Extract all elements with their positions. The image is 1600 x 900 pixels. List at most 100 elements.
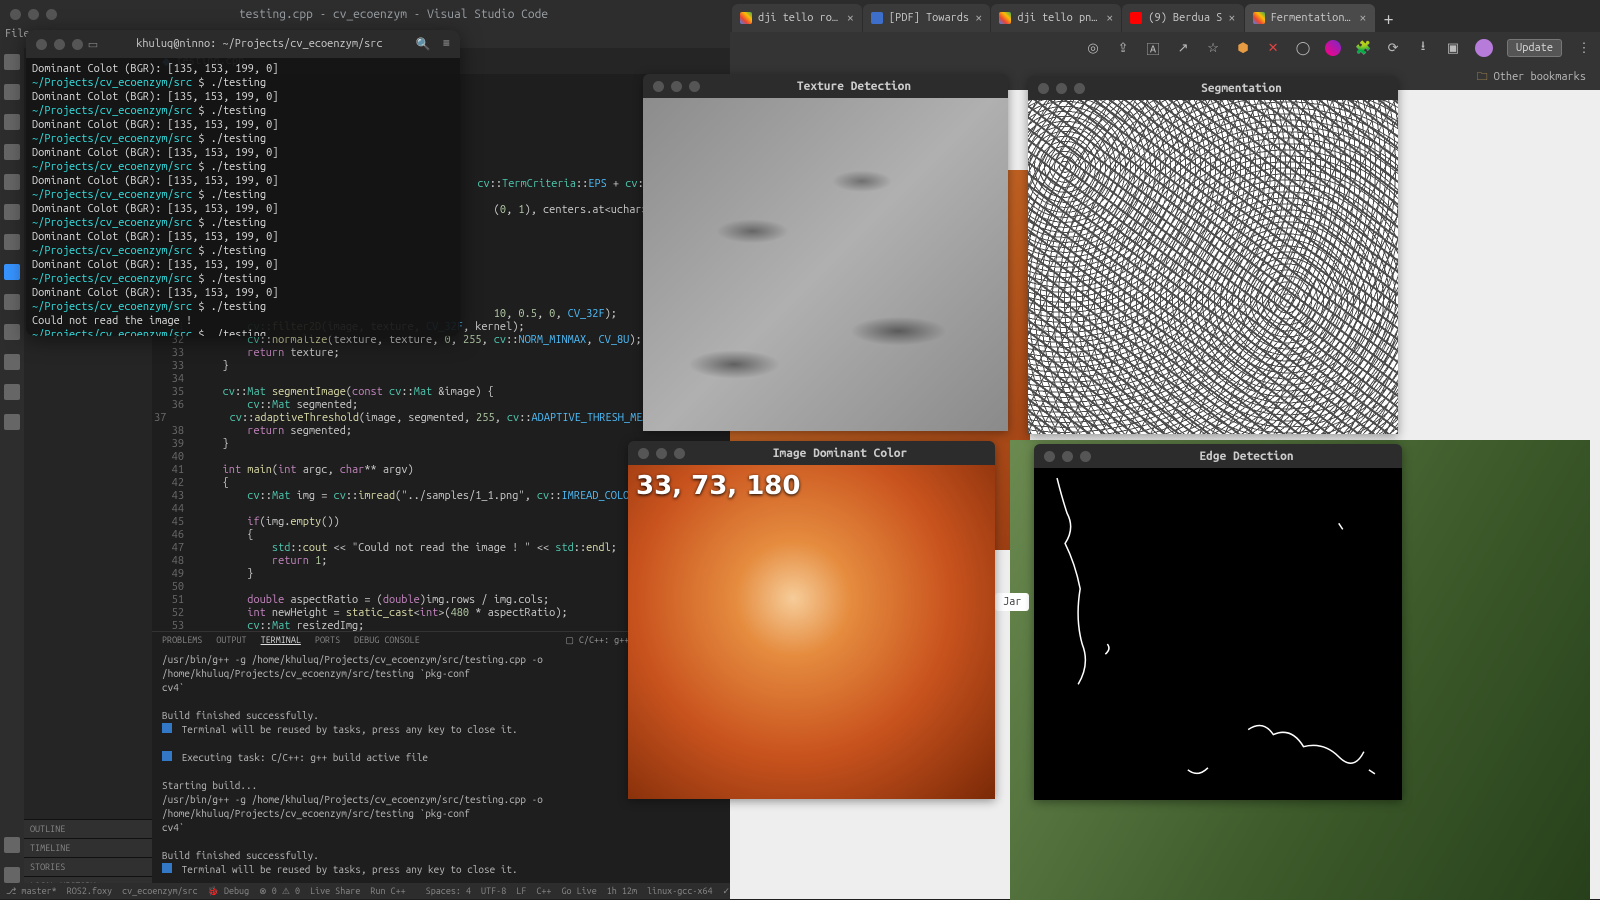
maximize-icon[interactable] bbox=[46, 9, 57, 20]
browser-tab[interactable]: dji tello png - G × bbox=[991, 4, 1121, 32]
tab-label: dji tello ros2 au bbox=[758, 12, 841, 24]
vscode-titlebar: testing.cpp - cv_ecoenzym - Visual Studi… bbox=[0, 0, 730, 28]
test-icon[interactable] bbox=[4, 234, 20, 250]
sb-golive[interactable]: Go Live bbox=[561, 886, 596, 896]
tab-debug[interactable]: DEBUG CONSOLE bbox=[354, 635, 420, 646]
more-icon[interactable]: ⋮ bbox=[1576, 40, 1592, 56]
other2-icon[interactable] bbox=[4, 414, 20, 430]
gnome-terminal-title: khuluq@ninno: ~/Projects/cv_ecoenzym/src bbox=[103, 38, 416, 50]
minimize-icon[interactable] bbox=[54, 39, 65, 50]
window-controls[interactable] bbox=[26, 39, 83, 50]
window-controls[interactable] bbox=[628, 448, 685, 459]
send-icon[interactable]: ↗ bbox=[1175, 40, 1191, 56]
window-controls[interactable] bbox=[643, 81, 700, 92]
window-title: testing.cpp - cv_ecoenzym - Visual Studi… bbox=[57, 8, 730, 21]
sb-runcpp[interactable]: Run C++ bbox=[370, 886, 405, 896]
search-icon[interactable]: 🔍 bbox=[416, 37, 431, 51]
cv-window-segment[interactable]: Segmentation bbox=[1028, 76, 1398, 434]
browser-tab[interactable]: Fermentation F × bbox=[1245, 4, 1375, 32]
other-icon[interactable] bbox=[4, 384, 20, 400]
sb-lang[interactable]: C++ bbox=[536, 886, 551, 896]
other-bookmarks[interactable]: Other bookmarks bbox=[1494, 71, 1586, 83]
gnome-terminal-body[interactable]: Dominant Colot (BGR): [135, 153, 199, 0]… bbox=[26, 58, 460, 336]
activity-bar[interactable] bbox=[0, 48, 24, 883]
sb-spaces[interactable]: Spaces: 4 bbox=[426, 886, 471, 896]
close-tab-icon[interactable]: × bbox=[847, 11, 854, 25]
sb-time[interactable]: 1h 12m bbox=[607, 886, 637, 896]
close-tab-icon[interactable]: × bbox=[1228, 11, 1235, 25]
cmake-icon[interactable] bbox=[4, 324, 20, 340]
ext4-icon[interactable] bbox=[1325, 40, 1341, 56]
tab-output[interactable]: OUTPUT bbox=[216, 635, 246, 646]
ext3-icon[interactable]: ◯ bbox=[1295, 40, 1311, 56]
extensions-icon[interactable] bbox=[4, 174, 20, 190]
bookmarks-icon[interactable] bbox=[4, 354, 20, 370]
download-icon[interactable]: ⭳ bbox=[1415, 40, 1431, 56]
debug-icon[interactable] bbox=[4, 144, 20, 160]
scm-icon[interactable] bbox=[4, 114, 20, 130]
favicon-icon bbox=[1253, 12, 1265, 24]
maximize-icon[interactable] bbox=[72, 39, 83, 50]
sb-branch[interactable]: ⎇ master* bbox=[6, 886, 57, 897]
close-icon[interactable] bbox=[36, 39, 47, 50]
sp-stories[interactable]: STORIES bbox=[24, 857, 152, 876]
cv-window-texture[interactable]: Texture Detection bbox=[643, 74, 1008, 431]
sp-outline[interactable]: OUTLINE bbox=[24, 819, 152, 838]
sb-gcc[interactable]: linux-gcc-x64 bbox=[647, 886, 713, 896]
window-controls[interactable] bbox=[1028, 83, 1085, 94]
sp-timeline[interactable]: TIMELINE bbox=[24, 838, 152, 857]
chrome-tabstrip[interactable]: dji tello ros2 au × [PDF] Towards × dji … bbox=[730, 0, 1600, 32]
remote-icon[interactable] bbox=[4, 204, 20, 220]
close-tab-icon[interactable]: × bbox=[1359, 11, 1366, 25]
share-icon[interactable]: ⇪ bbox=[1115, 40, 1131, 56]
sb-eol[interactable]: LF bbox=[516, 886, 526, 896]
tab-terminal[interactable]: TERMINAL bbox=[261, 635, 301, 646]
extensions-icon[interactable]: 🧩 bbox=[1355, 40, 1371, 56]
new-tab-button[interactable]: + bbox=[1376, 6, 1402, 32]
sb-encoding[interactable]: UTF-8 bbox=[481, 886, 506, 896]
cv-title-edge: Edge Detection bbox=[1091, 450, 1402, 463]
sb-ros[interactable]: ROS2.foxy bbox=[67, 886, 112, 896]
profile-avatar[interactable] bbox=[1475, 39, 1493, 57]
account-icon[interactable] bbox=[4, 837, 20, 853]
sb-target[interactable]: cv_ecoenzym/src bbox=[122, 886, 198, 896]
window-controls[interactable] bbox=[0, 9, 57, 20]
update-button[interactable]: Update bbox=[1507, 39, 1562, 57]
status-bar[interactable]: ⎇ master* ROS2.foxy cv_ecoenzym/src 🐞 De… bbox=[0, 883, 730, 899]
browser-tab[interactable]: dji tello ros2 au × bbox=[732, 4, 862, 32]
gnome-terminal-header[interactable]: ▭ khuluq@ninno: ~/Projects/cv_ecoenzym/s… bbox=[26, 30, 460, 58]
liveshare-icon[interactable] bbox=[4, 294, 20, 310]
jar-label[interactable]: Jar bbox=[995, 593, 1029, 611]
search-icon[interactable] bbox=[4, 84, 20, 100]
sb-liveshare[interactable]: Live Share bbox=[310, 886, 360, 896]
ext2-icon[interactable]: ✕ bbox=[1265, 40, 1281, 56]
close-icon[interactable] bbox=[10, 9, 21, 20]
close-tab-icon[interactable]: × bbox=[975, 11, 982, 25]
sidepanel-icon[interactable]: ▣ bbox=[1445, 40, 1461, 56]
cv-window-color[interactable]: Image Dominant Color 33, 73, 180 bbox=[628, 441, 995, 799]
browser-tab[interactable]: [PDF] Towards × bbox=[863, 4, 990, 32]
chrome-toolbar[interactable]: ◎ ⇪ 🄰 ↗ ☆ ⬢ ✕ ◯ 🧩 ⟳ ⭳ ▣ Update ⋮ bbox=[730, 32, 1600, 64]
reload-icon[interactable]: ⟳ bbox=[1385, 40, 1401, 56]
minimize-icon[interactable] bbox=[28, 9, 39, 20]
ext1-icon[interactable]: ⬢ bbox=[1235, 40, 1251, 56]
explorer-icon[interactable] bbox=[4, 54, 20, 70]
tab-problems[interactable]: PROBLEMS bbox=[162, 635, 202, 646]
star-icon[interactable]: ☆ bbox=[1205, 40, 1221, 56]
sb-debug[interactable]: 🐞 Debug bbox=[208, 886, 249, 897]
edge-image bbox=[1034, 468, 1402, 800]
translate-icon[interactable]: 🄰 bbox=[1145, 40, 1161, 56]
cv-window-edge[interactable]: Edge Detection bbox=[1034, 444, 1402, 800]
new-tab-icon[interactable]: ▭ bbox=[83, 38, 103, 51]
window-controls[interactable] bbox=[1034, 451, 1091, 462]
sb-errors[interactable]: ⊗ 0 ⚠ 0 bbox=[259, 886, 300, 897]
browser-tab[interactable]: (9) Berdua S × bbox=[1122, 4, 1243, 32]
google-lens-icon[interactable]: ◎ bbox=[1085, 40, 1101, 56]
docker-icon[interactable] bbox=[4, 264, 20, 280]
sb-prettier[interactable]: ✓ Prettier bbox=[723, 886, 730, 897]
gear-icon[interactable] bbox=[4, 867, 20, 883]
gnome-terminal-window[interactable]: ▭ khuluq@ninno: ~/Projects/cv_ecoenzym/s… bbox=[26, 30, 460, 336]
tab-ports[interactable]: PORTS bbox=[315, 635, 340, 646]
close-tab-icon[interactable]: × bbox=[1106, 11, 1113, 25]
hamburger-icon[interactable]: ≡ bbox=[443, 37, 450, 51]
